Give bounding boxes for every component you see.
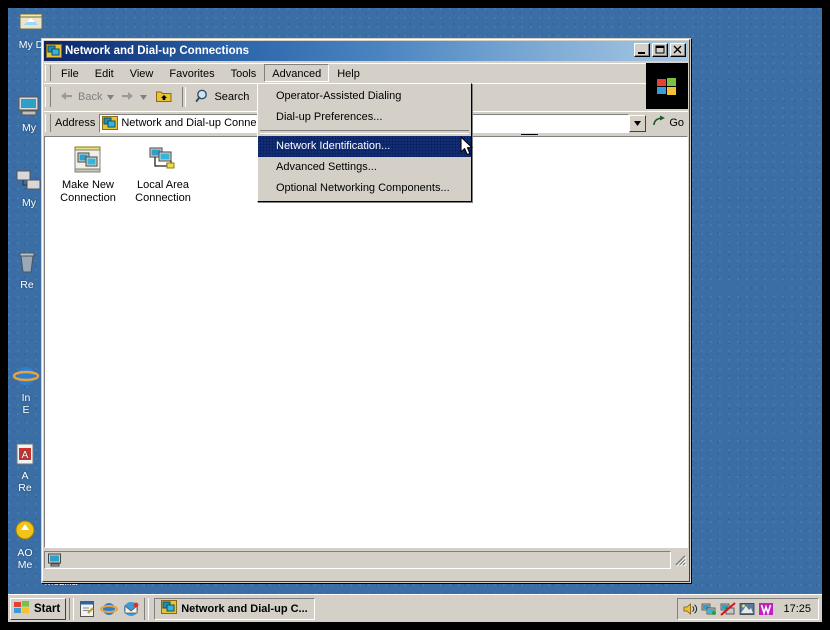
forward-button[interactable] <box>114 86 140 109</box>
menu-favorites[interactable]: Favorites <box>161 64 222 82</box>
my-computer-icon <box>14 91 44 121</box>
taskbar-separator <box>69 598 74 620</box>
close-button[interactable] <box>670 43 686 57</box>
forward-arrow-icon <box>119 89 135 106</box>
outlook-express-icon[interactable] <box>121 599 141 619</box>
search-label: Search <box>214 91 249 103</box>
antivirus-icon[interactable] <box>758 601 774 617</box>
taskbar-button-label: Network and Dial-up C... <box>181 603 308 615</box>
address-dropdown-button[interactable] <box>629 115 646 132</box>
start-label: Start <box>34 603 60 615</box>
local-area-connection-icon <box>147 144 179 176</box>
go-button[interactable]: Go <box>648 115 688 132</box>
addressbar-grip[interactable] <box>45 114 51 132</box>
menu-item-dial-up-preferences[interactable]: Dial-up Preferences... <box>258 107 471 128</box>
internet-explorer-icon <box>11 350 41 380</box>
network-connections-icon <box>46 43 62 59</box>
desktop[interactable]: My D My My <box>8 8 822 622</box>
menu-file[interactable]: File <box>53 64 87 82</box>
status-pane <box>44 551 671 569</box>
menu-edit[interactable]: Edit <box>87 64 122 82</box>
forward-dropdown-arrow-icon[interactable] <box>140 87 147 107</box>
aol-messenger-icon <box>10 505 40 535</box>
up-button[interactable] <box>150 85 178 110</box>
my-network-places-icon <box>14 166 44 196</box>
file-label-line1: Make New <box>62 179 114 191</box>
windows-logo-banner <box>646 63 688 109</box>
search-icon <box>195 88 211 107</box>
computer-icon <box>47 552 63 568</box>
my-documents-icon <box>16 8 46 38</box>
up-folder-icon <box>155 88 173 107</box>
menu-item-optional-networking-components[interactable]: Optional Networking Components... <box>258 178 471 199</box>
screen: My D My My <box>0 0 830 630</box>
system-tray[interactable]: 17:25 <box>677 598 819 620</box>
file-label-line2: Connection <box>135 192 191 204</box>
menubar-grip[interactable] <box>45 65 51 81</box>
resize-grip[interactable] <box>673 553 687 567</box>
internet-explorer-icon[interactable] <box>99 599 119 619</box>
network-disconnected-icon[interactable] <box>720 601 736 617</box>
window-title: Network and Dial-up Connections <box>65 45 249 57</box>
menu-advanced[interactable]: Advanced <box>264 64 329 82</box>
back-dropdown-arrow-icon[interactable] <box>107 87 114 107</box>
toolbar-separator <box>182 87 186 107</box>
menu-item-network-identification[interactable]: Network Identification... <box>258 136 471 157</box>
network-connection-icon[interactable] <box>701 601 717 617</box>
taskbar-clock[interactable]: 17:25 <box>777 603 814 615</box>
toolbar-grip[interactable] <box>45 87 51 107</box>
acrobat-reader-icon: A <box>10 428 40 458</box>
network-connections-icon <box>161 599 177 618</box>
back-arrow-icon <box>59 89 75 106</box>
menu-item-advanced-settings[interactable]: Advanced Settings... <box>258 157 471 178</box>
show-desktop-icon[interactable] <box>77 599 97 619</box>
menu-help[interactable]: Help <box>329 64 368 82</box>
menu-separator <box>260 130 469 134</box>
address-label: Address <box>54 117 99 129</box>
menu-view[interactable]: View <box>122 64 162 82</box>
maximize-button[interactable] <box>652 43 668 57</box>
task-list[interactable]: Network and Dial-up C... <box>152 598 677 620</box>
window-controls[interactable] <box>634 43 686 57</box>
recycle-bin-icon <box>12 248 42 278</box>
status-bar <box>44 550 688 570</box>
go-label: Go <box>669 117 684 129</box>
menu-tools[interactable]: Tools <box>223 64 265 82</box>
volume-icon[interactable] <box>682 601 698 617</box>
minimize-button[interactable] <box>634 43 650 57</box>
menu-bar[interactable]: File Edit View Favorites Tools Advanced … <box>44 63 688 82</box>
windows-flag-icon <box>14 600 31 618</box>
file-item-local-area-connection[interactable]: Local Area Connection <box>123 144 203 205</box>
taskbar-button-network-connections[interactable]: Network and Dial-up C... <box>154 598 315 620</box>
file-label-line1: Local Area <box>137 179 189 191</box>
back-label: Back <box>78 91 102 103</box>
advanced-menu-dropdown[interactable]: Operator-Assisted Dialing Dial-up Prefer… <box>257 83 472 202</box>
back-button[interactable]: Back <box>54 86 107 109</box>
go-arrow-icon <box>652 115 667 132</box>
make-new-connection-icon <box>72 144 104 176</box>
network-connections-icon <box>102 115 118 131</box>
window-titlebar[interactable]: Network and Dial-up Connections <box>44 41 688 61</box>
menu-item-operator-assisted-dialing[interactable]: Operator-Assisted Dialing <box>258 86 471 107</box>
taskbar-separator <box>144 598 149 620</box>
file-label-line2: Connection <box>60 192 116 204</box>
taskbar[interactable]: Start <box>8 594 822 622</box>
quick-launch-bar[interactable] <box>77 599 141 619</box>
start-button[interactable]: Start <box>10 598 66 620</box>
search-button[interactable]: Search <box>190 85 254 110</box>
address-value: Network and Dial-up Connect <box>121 117 265 129</box>
file-item-make-new-connection[interactable]: Make New Connection <box>48 144 128 205</box>
svg-text:A: A <box>22 450 29 461</box>
display-icon[interactable] <box>739 601 755 617</box>
